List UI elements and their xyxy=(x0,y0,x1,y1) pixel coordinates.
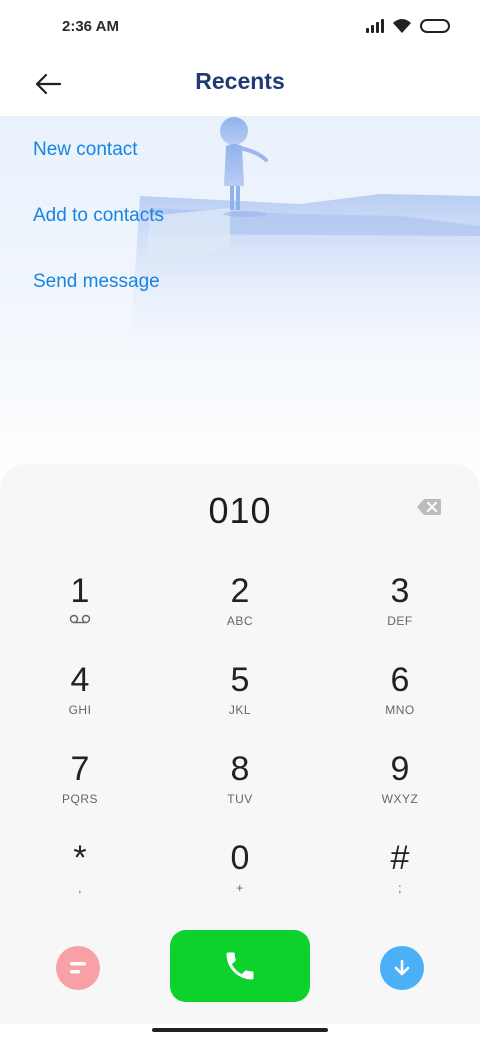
key-3[interactable]: 3 DEF xyxy=(340,572,460,652)
key-hash[interactable]: # ; xyxy=(340,839,460,919)
phone-icon xyxy=(226,952,254,980)
key-letters: , xyxy=(78,881,82,895)
key-8[interactable]: 8 TUV xyxy=(180,750,300,830)
dialed-number[interactable]: 010 xyxy=(0,490,480,532)
page-title: Recents xyxy=(195,68,285,94)
key-letters: GHI xyxy=(68,703,92,717)
key-star[interactable]: * , xyxy=(20,839,140,919)
new-contact-link[interactable]: New contact xyxy=(33,136,164,202)
key-1[interactable]: 1 xyxy=(20,572,140,652)
menu-button[interactable] xyxy=(56,946,100,990)
add-to-contacts-link[interactable]: Add to contacts xyxy=(33,202,164,268)
key-4[interactable]: 4 GHI xyxy=(20,661,140,741)
battery-icon xyxy=(420,19,450,33)
key-6[interactable]: 6 MNO xyxy=(340,661,460,741)
arrow-down-icon xyxy=(394,959,410,976)
key-2[interactable]: 2 ABC xyxy=(180,572,300,652)
status-icons xyxy=(366,18,450,34)
key-digit: 1 xyxy=(70,572,90,610)
key-digit: 0 xyxy=(230,839,250,877)
key-letters: DEF xyxy=(387,614,413,628)
key-0[interactable]: 0 + xyxy=(180,839,300,919)
key-5[interactable]: 5 JKL xyxy=(180,661,300,741)
key-digit: 4 xyxy=(70,661,90,699)
wifi-icon xyxy=(393,19,411,33)
dialpad: 010 1 2 ABC 3 DEF 4 GHI 5 JKL 6 MNO 7 PQ… xyxy=(0,464,480,1024)
signal-icon xyxy=(366,19,384,33)
key-digit: 8 xyxy=(230,750,250,788)
key-9[interactable]: 9 WXYZ xyxy=(340,750,460,830)
key-letters: ; xyxy=(398,881,402,895)
key-digit: 9 xyxy=(390,750,410,788)
key-letters: PQRS xyxy=(61,792,98,806)
key-letters: JKL xyxy=(228,703,252,717)
key-letters: WXYZ xyxy=(381,792,419,806)
key-digit: * xyxy=(73,839,87,877)
action-list: New contact Add to contacts Send message xyxy=(33,136,164,334)
backspace-button[interactable] xyxy=(416,498,442,521)
key-digit: 2 xyxy=(230,572,250,610)
home-indicator[interactable] xyxy=(152,1028,328,1032)
backspace-icon xyxy=(417,499,441,515)
key-digit: # xyxy=(390,839,410,877)
voicemail-icon xyxy=(69,614,91,624)
menu-icon xyxy=(70,962,86,974)
status-time: 2:36 AM xyxy=(62,18,119,35)
key-digit: 7 xyxy=(70,750,90,788)
key-digit: 6 xyxy=(390,661,410,699)
collapse-dialpad-button[interactable] xyxy=(380,946,424,990)
send-message-link[interactable]: Send message xyxy=(33,268,164,334)
key-7[interactable]: 7 PQRS xyxy=(20,750,140,830)
header: Recents xyxy=(0,56,480,116)
key-letters: MNO xyxy=(385,703,415,717)
key-letters: TUV xyxy=(227,792,253,806)
key-letters: ABC xyxy=(226,614,254,628)
key-letters: + xyxy=(236,881,244,895)
key-digit: 3 xyxy=(390,572,410,610)
status-bar: 2:36 AM xyxy=(0,0,480,56)
key-digit: 5 xyxy=(230,661,250,699)
dialer-actions xyxy=(0,930,480,1002)
call-button[interactable] xyxy=(170,930,310,1002)
